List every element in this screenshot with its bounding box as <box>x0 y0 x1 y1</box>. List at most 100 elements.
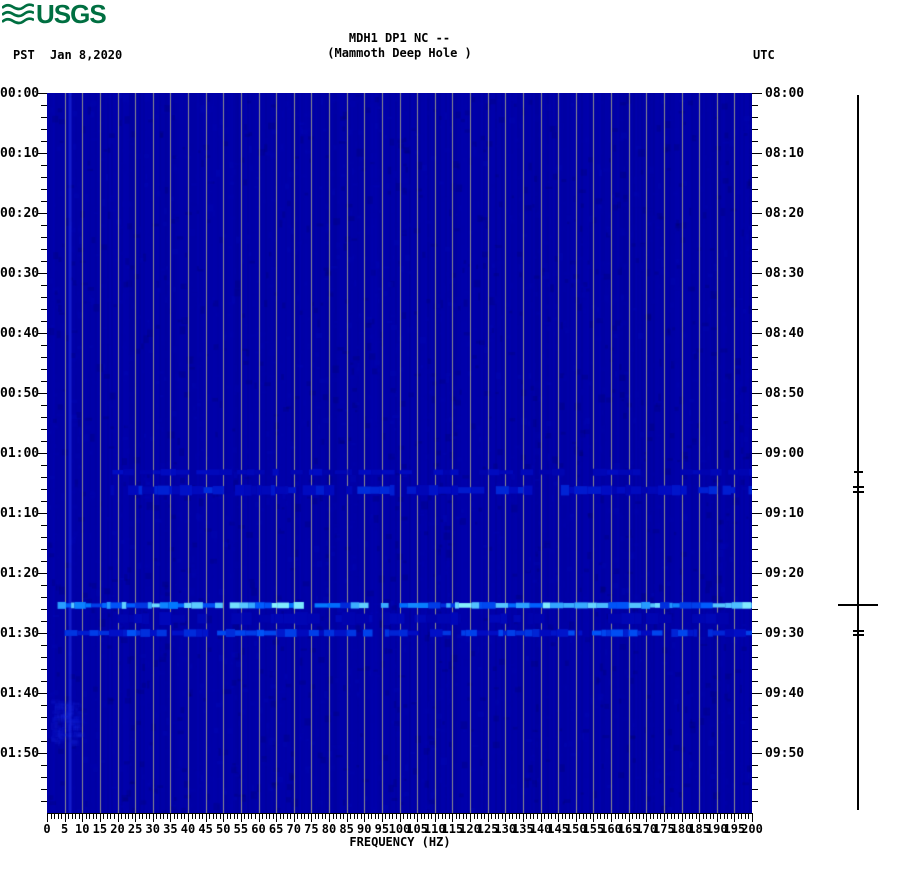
time-tick <box>752 177 758 178</box>
freq-tick <box>230 814 232 819</box>
time-tick <box>752 261 758 262</box>
freq-tick <box>670 814 672 819</box>
freq-tick <box>307 814 309 819</box>
time-tick <box>752 573 762 574</box>
time-tick <box>752 153 762 154</box>
freq-tick <box>297 814 299 819</box>
freq-tick <box>646 814 648 822</box>
time-tick <box>752 645 758 646</box>
freq-tick <box>727 814 729 819</box>
freq-tick <box>269 814 271 819</box>
freq-tick <box>64 814 66 822</box>
time-label-right: 09:50 <box>765 746 805 761</box>
time-tick <box>41 357 47 358</box>
time-tick <box>41 405 47 406</box>
time-tick <box>752 165 758 166</box>
freq-tick <box>145 814 147 819</box>
station-code: MDH1 DP1 NC -- <box>348 31 451 45</box>
freq-tick <box>512 814 514 819</box>
time-label-left: 00:00 <box>0 86 40 101</box>
freq-tick <box>276 814 278 822</box>
time-tick <box>752 453 762 454</box>
time-tick <box>752 321 758 322</box>
time-tick <box>41 297 47 298</box>
freq-tick <box>385 814 387 819</box>
time-tick <box>752 225 758 226</box>
freq-tick <box>378 814 380 819</box>
freq-tick <box>752 814 753 822</box>
freq-label: 85 <box>339 822 354 836</box>
freq-tick <box>110 814 112 819</box>
time-tick <box>41 525 47 526</box>
freq-tick <box>501 814 503 819</box>
freq-tick <box>589 814 591 819</box>
freq-tick <box>473 814 475 819</box>
time-tick <box>752 201 758 202</box>
time-tick <box>752 717 758 718</box>
time-tick <box>41 369 47 370</box>
time-tick <box>752 333 762 334</box>
time-label-right: 09:20 <box>765 566 805 581</box>
freq-tick <box>410 814 412 819</box>
freq-tick <box>219 814 221 819</box>
time-label-right: 08:40 <box>765 326 805 341</box>
freq-tick <box>558 814 560 822</box>
time-tick <box>752 657 758 658</box>
freq-tick <box>438 814 440 819</box>
freq-tick <box>639 814 641 819</box>
time-tick <box>752 777 758 778</box>
time-tick <box>752 117 758 118</box>
time-tick <box>752 309 758 310</box>
time-tick <box>41 681 47 682</box>
time-tick <box>752 513 762 514</box>
freq-tick <box>364 814 366 822</box>
freq-tick <box>68 814 70 819</box>
freq-tick <box>50 814 52 819</box>
freq-tick <box>656 814 658 819</box>
freq-tick <box>388 814 390 819</box>
time-tick <box>752 621 758 622</box>
freq-tick <box>603 814 605 819</box>
usgs-logo-text: USGS <box>36 0 107 29</box>
freq-tick <box>466 814 468 819</box>
time-tick <box>752 765 758 766</box>
time-label-right: 09:00 <box>765 446 805 461</box>
time-tick <box>752 597 758 598</box>
freq-tick <box>329 814 330 822</box>
station-name: (Mammoth Deep Hole ) <box>327 46 472 60</box>
freq-tick <box>529 814 531 819</box>
freq-tick <box>293 814 295 822</box>
freq-tick <box>374 814 376 819</box>
freq-tick <box>290 814 292 819</box>
freq-tick <box>441 814 443 819</box>
freq-tick <box>681 814 683 822</box>
freq-tick <box>251 814 253 819</box>
time-tick <box>752 441 758 442</box>
freq-tick <box>300 814 302 819</box>
freq-tick <box>135 814 137 822</box>
freq-tick <box>685 814 687 819</box>
time-tick <box>752 633 762 634</box>
freq-tick <box>170 814 172 822</box>
freq-tick <box>343 814 345 819</box>
freq-tick <box>188 814 189 822</box>
time-tick <box>41 249 47 250</box>
freq-tick <box>568 814 570 819</box>
freq-tick <box>737 814 739 819</box>
freq-tick <box>332 814 334 819</box>
time-tick <box>752 549 758 550</box>
time-tick <box>752 381 758 382</box>
freq-label: 70 <box>286 822 301 836</box>
freq-tick <box>226 814 228 819</box>
freq-tick <box>258 814 260 822</box>
freq-tick <box>723 814 725 819</box>
freq-tick <box>596 814 598 819</box>
freq-tick <box>625 814 627 819</box>
freq-label: 50 <box>216 822 231 836</box>
freq-tick <box>692 814 694 819</box>
time-label-left: 01:50 <box>0 746 40 761</box>
freq-tick <box>480 814 482 819</box>
freq-tick <box>283 814 285 819</box>
freq-tick <box>494 814 496 819</box>
chart-title: MDH1 DP1 NC -- (Mammoth Deep Hole ) <box>47 31 752 61</box>
